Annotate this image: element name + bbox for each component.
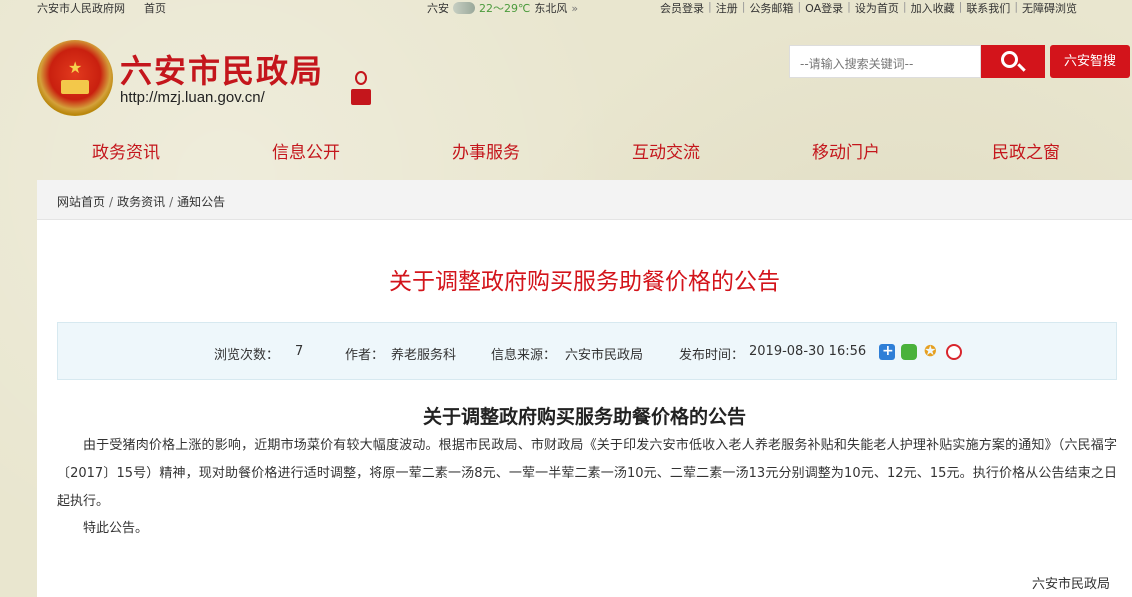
nav-item-mobile[interactable]: 移动门户 <box>812 138 880 163</box>
search-icon <box>1001 51 1018 68</box>
author-label: 作者： <box>345 348 385 363</box>
mail-link[interactable]: 公务邮箱 <box>745 0 797 16</box>
plus-share-icon[interactable] <box>879 343 895 360</box>
search-input[interactable]: --请输入搜索关键词-- <box>789 45 981 78</box>
date-label: 发布时间： <box>679 348 745 363</box>
tiananmen-icon <box>61 80 89 94</box>
article-meta: 浏览次数： 7 作者： 养老服务科 信息来源： 六安市民政局 发布时间： 201… <box>57 322 1117 380</box>
top-links: 会员登录 | 注册 | 公务邮箱 | OA登录 | 设为首页 | 加入收藏 | 联系我们 | … <box>656 0 1081 16</box>
views-count: 7 <box>295 344 304 359</box>
search-button[interactable] <box>981 45 1045 78</box>
weather-wind: 东北风 <box>534 2 568 15</box>
favorite-link[interactable]: 加入收藏 <box>907 0 959 16</box>
weibo-icon[interactable] <box>946 344 962 360</box>
wechat-icon[interactable] <box>901 344 917 360</box>
oa-login-link[interactable]: OA登录 <box>801 0 847 16</box>
smart-search-button[interactable]: 六安智搜 <box>1050 45 1130 78</box>
login-link[interactable]: 会员登录 <box>656 0 708 16</box>
content-panel: 网站首页 / 政务资讯 / 通知公告 关于调整政府购买服务助餐价格的公告 浏览次数： 7… <box>37 180 1132 597</box>
star-icon: ★ <box>68 58 83 77</box>
qzone-icon[interactable]: ✪ <box>924 342 940 360</box>
source-value: 六安市民政局 <box>565 348 644 363</box>
body-closing: 特此公告。 <box>83 521 149 536</box>
date-value: 2019-08-30 16:56 <box>749 344 867 359</box>
accessibility-link[interactable]: 无障碍浏览 <box>1018 0 1081 16</box>
top-bar: 六安市人民政府网 首页 六安 22～29℃ 东北风 » 会员登录 | 注册 | 公务… <box>0 0 1132 16</box>
main-nav: 政务资讯 信息公开 办事服务 互动交流 移动门户 民政之窗 <box>0 138 1132 164</box>
nav-item-civil-window[interactable]: 民政之窗 <box>992 138 1060 163</box>
nav-item-services[interactable]: 办事服务 <box>452 138 520 163</box>
nav-item-news[interactable]: 政务资讯 <box>92 138 160 163</box>
body-heading: 关于调整政府购买服务助餐价格的公告 <box>422 406 746 428</box>
views-label: 浏览次数： <box>214 348 280 363</box>
breadcrumb-news[interactable]: 政务资讯 <box>117 195 165 209</box>
site-url: http://mzj.luan.gov.cn/ <box>120 89 265 106</box>
article-title: 关于调整政府购买服务助餐价格的公告 <box>389 269 780 295</box>
weather-more-icon[interactable]: » <box>571 2 578 15</box>
seal-logo-icon <box>349 71 373 105</box>
source-label: 信息来源： <box>491 348 557 363</box>
site-link[interactable]: 六安市人民政府网 <box>37 0 125 16</box>
weather-widget: 六安 22～29℃ 东北风 » <box>427 0 578 16</box>
set-home-link[interactable]: 设为首页 <box>851 0 903 16</box>
home-link[interactable]: 首页 <box>144 0 166 16</box>
contact-link[interactable]: 联系我们 <box>962 0 1014 16</box>
author-value: 养老服务科 <box>391 348 457 363</box>
register-link[interactable]: 注册 <box>712 0 742 16</box>
weather-temp: 22～29℃ <box>479 2 531 15</box>
weather-city: 六安 <box>427 2 449 15</box>
nav-item-open-info[interactable]: 信息公开 <box>272 138 340 163</box>
body-paragraph: 由于受猪肉价格上涨的影响，近期市场菜价有较大幅度波动。根据市民政局、市财政局《关… <box>57 438 1117 509</box>
breadcrumb: 网站首页 / 政务资讯 / 通知公告 <box>37 180 1132 220</box>
nav-item-interaction[interactable]: 互动交流 <box>632 138 700 163</box>
breadcrumb-home[interactable]: 网站首页 <box>57 195 105 209</box>
cloud-icon <box>453 2 475 14</box>
breadcrumb-notices[interactable]: 通知公告 <box>177 195 225 209</box>
national-emblem-icon: ★ <box>37 40 113 116</box>
signature: 六安市民政局 <box>1032 577 1111 592</box>
site-title[interactable]: 六安市民政局 <box>120 46 324 92</box>
